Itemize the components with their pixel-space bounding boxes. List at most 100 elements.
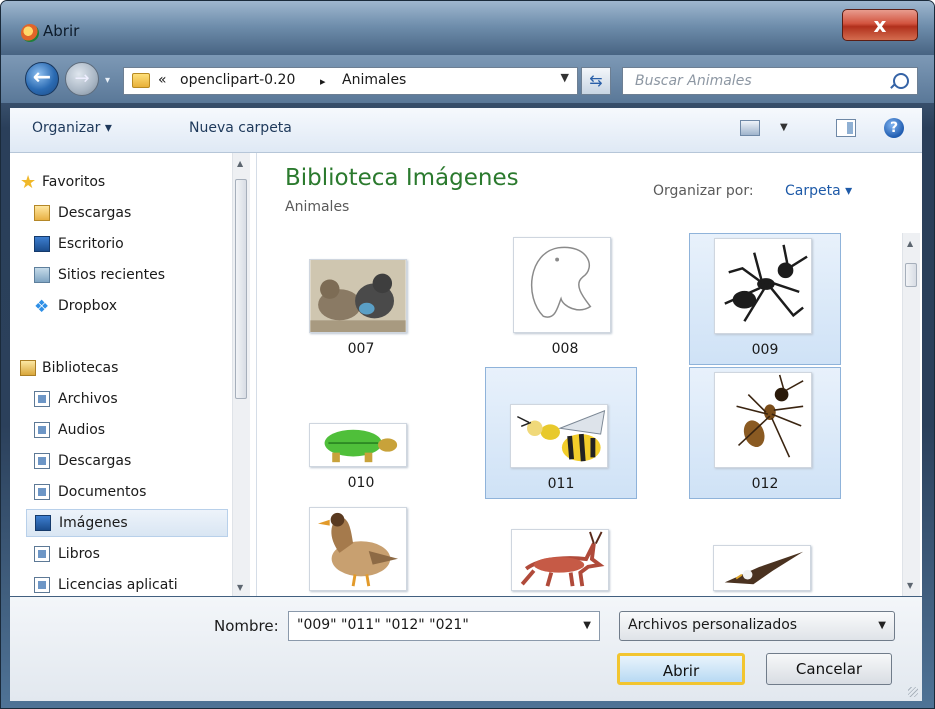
file-name: 011 xyxy=(547,476,575,492)
duck-thumbnail xyxy=(309,507,407,591)
desktop-icon xyxy=(34,236,50,252)
sidebar-item-imagenes[interactable]: Imágenes xyxy=(26,509,228,537)
navigation-pane: ★ Favoritos Descargas Escritorio Sitios … xyxy=(10,153,257,596)
library-icon xyxy=(34,577,50,593)
file-type-select[interactable]: Archivos personalizados ▼ xyxy=(619,611,895,641)
kittens-thumbnail xyxy=(309,259,407,333)
search-box[interactable] xyxy=(622,67,918,95)
library-icon xyxy=(34,453,50,469)
change-view-icon[interactable] xyxy=(740,120,760,136)
file-name: 007 xyxy=(347,341,375,357)
file-name-value[interactable]: "009" "011" "012" "021" xyxy=(297,617,469,633)
sidebar-item-documentos[interactable]: Documentos xyxy=(34,479,230,505)
breadcrumb-separator-icon[interactable]: ▸ xyxy=(320,75,326,88)
forward-button[interactable]: → xyxy=(65,62,99,96)
arrange-by-dropdown[interactable]: Carpeta ▾ xyxy=(785,183,852,199)
ant-thumbnail xyxy=(714,238,812,334)
sidebar-item-descargas-lib[interactable]: Descargas xyxy=(34,448,230,474)
sidebar-item-escritorio[interactable]: Escritorio xyxy=(34,231,230,257)
dialog-footer: Nombre: "009" "011" "012" "021" ▼ Archiv… xyxy=(10,597,922,701)
arrange-by-label: Organizar por: xyxy=(653,183,754,199)
sidebar-item-bibliotecas[interactable]: Bibliotecas xyxy=(20,355,230,381)
sidebar-item-sitios-recientes[interactable]: Sitios recientes xyxy=(34,262,230,288)
file-grid: 007 008 009 010 011 012 xyxy=(269,233,899,596)
address-bar[interactable]: « openclipart-0.20 ▸ Animales ▼ xyxy=(123,67,578,95)
resize-grip-icon[interactable] xyxy=(908,687,918,697)
sidebar-item-audios[interactable]: Audios xyxy=(34,417,230,443)
file-tile[interactable]: 011 xyxy=(485,367,637,499)
breadcrumb-openclipart[interactable]: openclipart-0.20 xyxy=(180,72,295,88)
file-tile[interactable]: 008 xyxy=(489,233,641,365)
libraries-icon xyxy=(20,360,36,376)
pictures-library-icon xyxy=(35,515,51,531)
content-scroll-thumb[interactable] xyxy=(905,263,917,287)
navigation-bar: ← → ▾ « openclipart-0.20 ▸ Animales ▼ ⇆ xyxy=(1,55,934,103)
library-subtitle: Animales xyxy=(285,199,350,215)
folder-icon xyxy=(132,73,150,88)
breadcrumb-overflow[interactable]: « xyxy=(158,72,167,88)
open-file-dialog: Abrir x ← → ▾ « openclipart-0.20 ▸ Anima… xyxy=(0,0,935,709)
search-icon[interactable] xyxy=(893,73,909,89)
file-name-chevron-down-icon[interactable]: ▼ xyxy=(583,620,591,631)
scroll-up-icon[interactable]: ▲ xyxy=(237,159,243,168)
file-name: 008 xyxy=(551,341,579,357)
new-folder-button[interactable]: Nueva carpeta xyxy=(189,120,292,136)
sidebar-item-archivos[interactable]: Archivos xyxy=(34,386,230,412)
cancel-button[interactable]: Cancelar xyxy=(766,653,892,685)
sidebar-item-libros[interactable]: Libros xyxy=(34,541,230,567)
recent-places-icon xyxy=(34,267,50,283)
back-button[interactable]: ← xyxy=(25,62,59,96)
scroll-down-icon[interactable]: ▼ xyxy=(907,581,913,590)
library-icon xyxy=(34,422,50,438)
close-button[interactable]: x xyxy=(842,9,918,41)
file-name: 012 xyxy=(751,476,779,492)
file-name-label: Nombre: xyxy=(214,617,279,635)
open-button[interactable]: Abrir xyxy=(617,653,745,685)
turtle-thumbnail xyxy=(309,423,407,467)
window-title: Abrir xyxy=(43,22,80,40)
sidebar-item-licencias[interactable]: Licencias aplicati xyxy=(34,572,230,598)
file-tile[interactable] xyxy=(285,505,437,596)
file-tile[interactable]: 012 xyxy=(689,367,841,499)
file-tile[interactable]: 009 xyxy=(689,233,841,365)
downloads-folder-icon xyxy=(34,205,50,221)
title-bar: Abrir x xyxy=(1,1,934,63)
search-input[interactable] xyxy=(633,72,887,90)
breadcrumb-animales[interactable]: Animales xyxy=(342,72,406,88)
ant-2-thumbnail xyxy=(714,372,812,468)
recent-locations-chevron-down-icon[interactable]: ▾ xyxy=(105,75,110,86)
file-name-field[interactable]: "009" "011" "012" "021" ▼ xyxy=(288,611,600,641)
refresh-button[interactable]: ⇆ xyxy=(581,67,611,95)
content-scrollbar[interactable]: ▲ ▼ xyxy=(902,233,920,596)
preview-pane-icon[interactable] xyxy=(836,119,856,137)
scroll-down-icon[interactable]: ▼ xyxy=(237,583,243,592)
sidebar-scroll-thumb[interactable] xyxy=(235,179,247,399)
organize-menu[interactable]: Organizar ▾ xyxy=(32,120,112,136)
sidebar-item-dropbox[interactable]: ❖ Dropbox xyxy=(34,293,230,319)
eagle-thumbnail xyxy=(713,545,811,591)
address-chevron-down-icon[interactable]: ▼ xyxy=(561,71,569,84)
open-button-label: Abrir xyxy=(662,662,700,680)
document-icon xyxy=(34,484,50,500)
file-tile[interactable] xyxy=(487,505,639,596)
bee-thumbnail xyxy=(510,404,608,468)
file-name: 010 xyxy=(347,475,375,491)
file-tile[interactable] xyxy=(689,505,841,596)
scroll-up-icon[interactable]: ▲ xyxy=(907,239,913,248)
library-title: Biblioteca Imágenes xyxy=(285,165,519,191)
dropbox-icon: ❖ xyxy=(34,297,50,317)
star-icon: ★ xyxy=(20,172,37,193)
file-tile[interactable]: 007 xyxy=(285,233,437,365)
file-type-chevron-down-icon[interactable]: ▼ xyxy=(878,620,886,631)
sidebar-scrollbar[interactable]: ▲ ▼ xyxy=(232,153,250,596)
library-icon xyxy=(34,391,50,407)
file-tile[interactable]: 010 xyxy=(285,367,437,499)
command-toolbar: Organizar ▾ Nueva carpeta ▼ ? xyxy=(10,108,922,153)
file-view: Biblioteca Imágenes Animales Organizar p… xyxy=(257,153,922,596)
library-icon xyxy=(34,546,50,562)
file-name: 009 xyxy=(751,342,779,358)
view-options-chevron-down-icon[interactable]: ▼ xyxy=(780,122,788,133)
sidebar-item-descargas[interactable]: Descargas xyxy=(34,200,230,226)
sidebar-item-favoritos[interactable]: ★ Favoritos xyxy=(20,169,230,195)
help-icon[interactable]: ? xyxy=(884,118,904,138)
